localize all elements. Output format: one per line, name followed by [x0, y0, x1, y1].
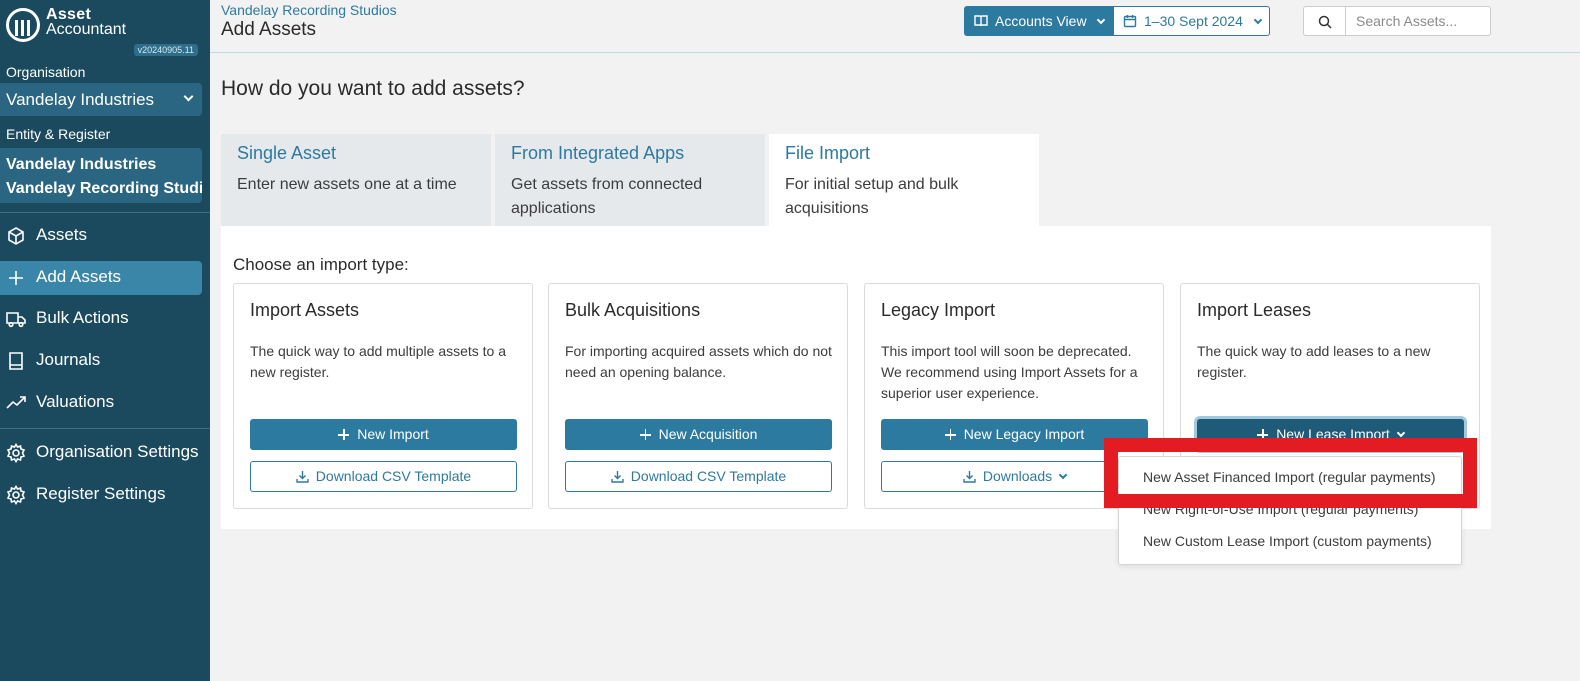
- card-title: Legacy Import: [881, 300, 996, 320]
- download-icon: [611, 471, 624, 483]
- plus-icon: [9, 271, 23, 285]
- gear-icon: [6, 485, 26, 505]
- breadcrumb[interactable]: Vandelay Recording Studios: [221, 2, 397, 18]
- plus-icon: [639, 429, 651, 440]
- date-range-label: 1–30 Sept 2024: [1144, 13, 1243, 29]
- sidebar-item-label: Organisation Settings: [36, 442, 199, 461]
- highlight-annotation-box: [1104, 438, 1477, 508]
- chevron-down-icon: [1253, 15, 1263, 25]
- chevron-down-icon: [1396, 428, 1406, 438]
- button-label: Download CSV Template: [315, 468, 472, 484]
- new-acquisition-button[interactable]: New Acquisition: [565, 419, 832, 450]
- tab-single-asset[interactable]: Single Asset Enter new assets one at a t…: [221, 134, 491, 226]
- download-icon: [296, 471, 309, 483]
- cube-icon: [8, 227, 24, 245]
- chevron-down-icon: [183, 91, 194, 102]
- accounts-view-label: Accounts View: [995, 13, 1087, 29]
- register-name: Vandelay Recording Studios: [6, 180, 202, 197]
- sidebar-divider: [0, 428, 210, 429]
- menu-item-custom-lease-import[interactable]: New Custom Lease Import (custom payments…: [1143, 533, 1432, 549]
- download-icon: [963, 471, 976, 483]
- button-label: Downloads: [982, 468, 1053, 484]
- sidebar-item-bulk-actions[interactable]: Bulk Actions: [0, 302, 202, 336]
- app-logo[interactable]: Asset Accountant v20240905.11: [6, 6, 206, 56]
- bulk-acquisitions-card: Bulk Acquisitions For importing acquired…: [548, 283, 848, 509]
- sidebar-item-add-assets[interactable]: Add Assets: [0, 261, 202, 295]
- import-assets-card: Import Assets The quick way to add multi…: [233, 283, 533, 509]
- plus-icon: [944, 429, 956, 440]
- organisation-label: Organisation: [6, 64, 86, 80]
- book-icon: [9, 352, 23, 370]
- tab-description: For initial setup and bulk acquisitions: [785, 176, 959, 217]
- sidebar-item-label: Bulk Actions: [36, 308, 129, 327]
- sidebar-item-journals[interactable]: Journals: [0, 344, 202, 378]
- plus-icon: [338, 429, 350, 440]
- sidebar-item-label: Register Settings: [36, 484, 166, 503]
- download-csv-template-button[interactable]: Download CSV Template: [565, 461, 832, 492]
- entity-name: Vandelay Industries: [6, 156, 157, 173]
- card-description: The quick way to add multiple assets to …: [250, 343, 507, 380]
- sidebar-item-assets[interactable]: Assets: [0, 219, 202, 253]
- card-title: Import Assets: [250, 300, 360, 320]
- card-description: For importing acquired assets which do n…: [565, 343, 832, 380]
- button-label: New Legacy Import: [963, 426, 1085, 442]
- tab-integrated-apps[interactable]: From Integrated Apps Get assets from con…: [495, 134, 765, 226]
- header-divider: [210, 52, 1580, 53]
- search-input[interactable]: [1346, 6, 1491, 36]
- page-title: Add Assets: [221, 19, 317, 40]
- logo-text-line2: Accountant: [46, 21, 127, 38]
- sidebar-item-register-settings[interactable]: Register Settings: [0, 478, 202, 512]
- calendar-icon: [1123, 15, 1137, 28]
- trend-icon: [6, 396, 26, 409]
- chevron-down-icon: [1058, 470, 1068, 480]
- card-description: The quick way to add leases to a new reg…: [1197, 343, 1431, 380]
- organisation-value: Vandelay Industries: [6, 90, 155, 109]
- tab-file-import[interactable]: File Import For initial setup and bulk a…: [769, 134, 1039, 226]
- new-import-button[interactable]: New Import: [250, 419, 517, 450]
- accounts-view-button[interactable]: Accounts View: [964, 6, 1113, 36]
- entity-register-label: Entity & Register: [6, 126, 111, 142]
- truck-icon: [6, 312, 26, 328]
- version-badge: v20240905.11: [133, 44, 198, 56]
- search-button[interactable]: [1303, 6, 1346, 36]
- sidebar-item-label: Valuations: [36, 392, 115, 411]
- button-label: New Import: [357, 426, 429, 442]
- book-open-icon: [974, 15, 988, 27]
- button-label: New Acquisition: [658, 426, 758, 442]
- sidebar-divider: [0, 212, 210, 213]
- tab-title: File Import: [785, 143, 871, 163]
- card-title: Import Leases: [1197, 300, 1312, 320]
- chevron-down-icon: [1097, 15, 1106, 25]
- tab-title: Single Asset: [237, 143, 337, 163]
- gear-icon: [6, 443, 26, 463]
- sidebar: Asset Accountant v20240905.11 Organisati…: [0, 0, 210, 681]
- search-icon: [1318, 15, 1332, 29]
- page-question: How do you want to add assets?: [221, 77, 525, 100]
- download-csv-template-button[interactable]: Download CSV Template: [250, 461, 517, 492]
- entity-register-select[interactable]: Vandelay Industries Vandelay Recording S…: [0, 148, 202, 203]
- logo-icon: [6, 8, 40, 42]
- tab-title: From Integrated Apps: [511, 143, 685, 163]
- sidebar-item-valuations[interactable]: Valuations: [0, 386, 202, 420]
- choose-import-type-label: Choose an import type:: [233, 255, 409, 274]
- card-title: Bulk Acquisitions: [565, 300, 701, 320]
- sidebar-item-organisation-settings[interactable]: Organisation Settings: [0, 436, 202, 470]
- organisation-select[interactable]: Vandelay Industries: [0, 83, 202, 116]
- tab-description: Enter new assets one at a time: [237, 176, 457, 193]
- sidebar-item-label: Journals: [36, 350, 101, 369]
- sidebar-item-label: Assets: [36, 225, 88, 244]
- button-label: Download CSV Template: [630, 468, 787, 484]
- tab-description: Get assets from connected applications: [511, 176, 703, 217]
- sidebar-item-label: Add Assets: [36, 267, 122, 286]
- card-description: This import tool will soon be deprecated…: [881, 343, 1138, 401]
- date-range-button[interactable]: 1–30 Sept 2024: [1113, 6, 1270, 36]
